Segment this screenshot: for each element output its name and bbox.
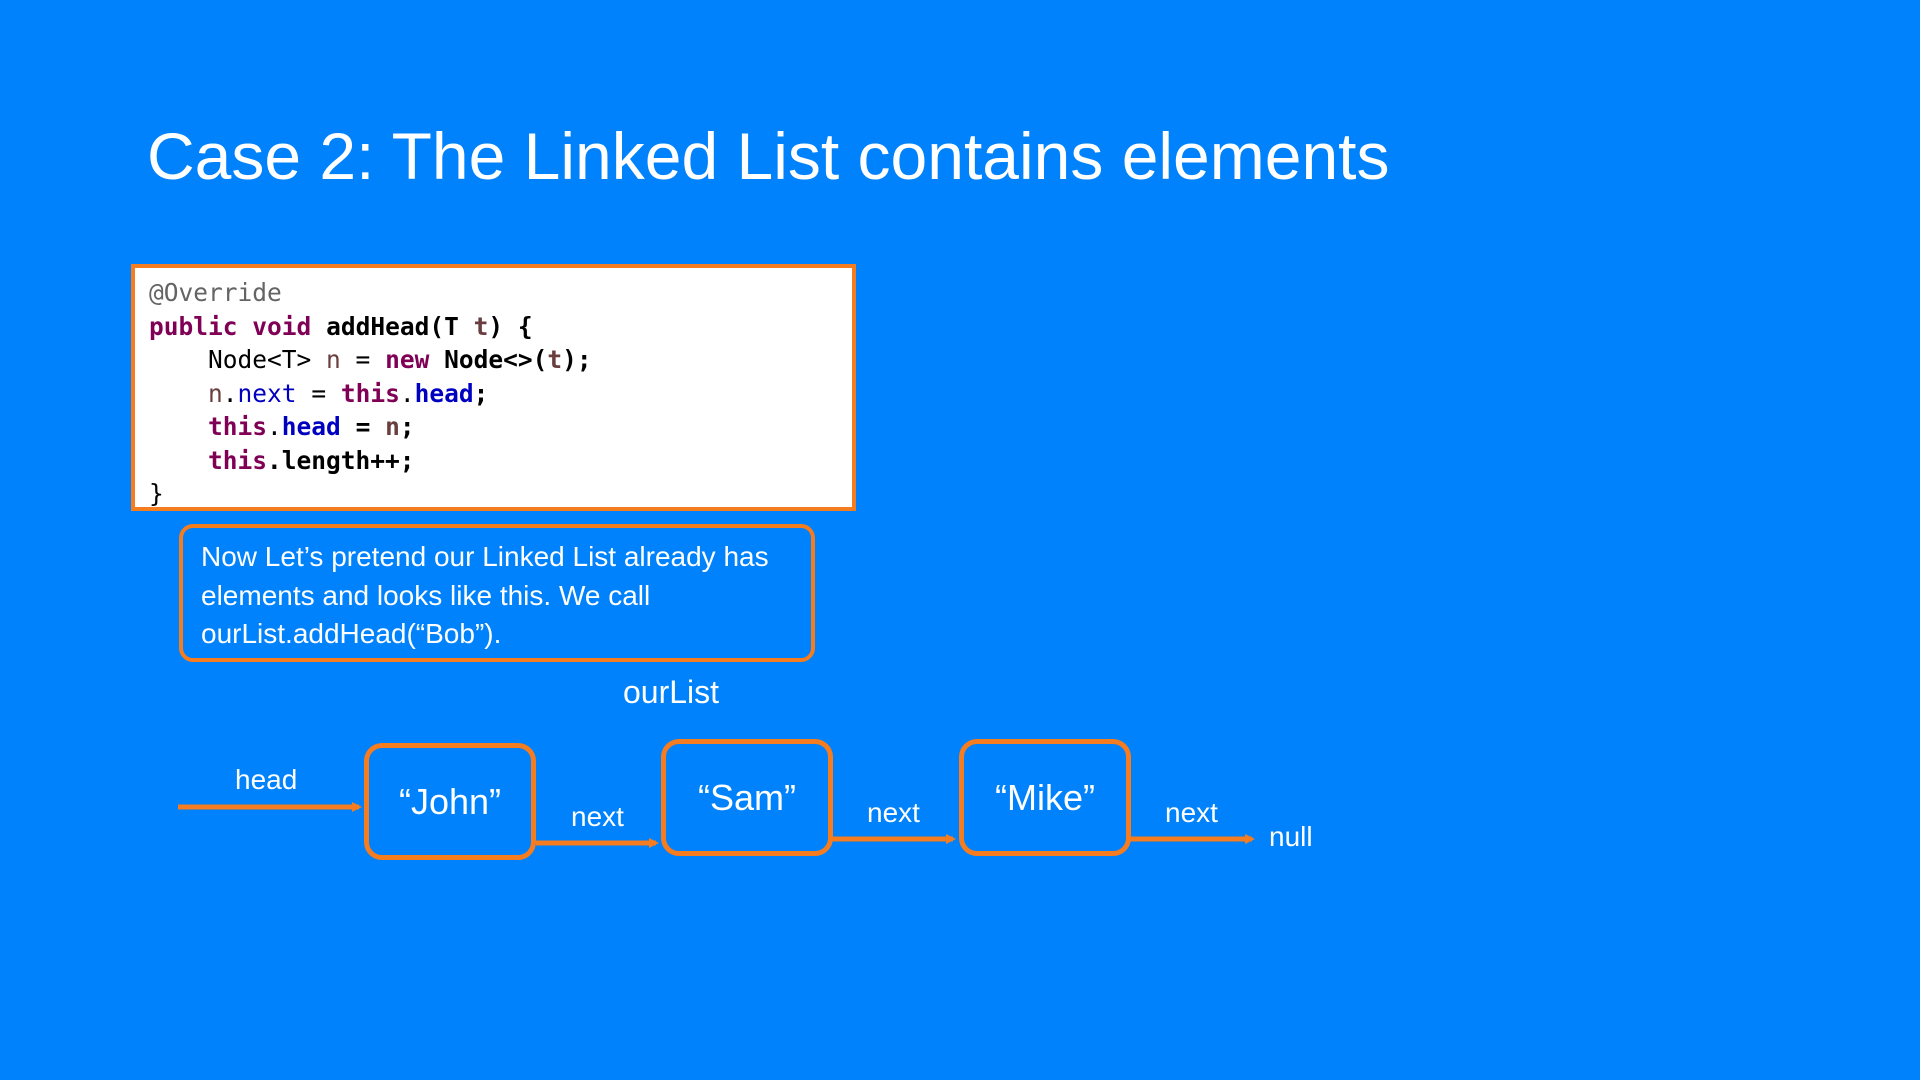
diagram-arrows [178,802,1255,848]
list-node-sam: “Sam” [661,739,833,856]
list-node-mike: “Mike” [959,739,1131,856]
next-label-2: next [867,797,920,828]
slide: Case 2: The Linked List contains element… [0,0,1920,1080]
next-label-3: next [1165,797,1218,828]
head-label: head [235,764,298,795]
null-label: null [1269,821,1313,852]
list-node-john: “John” [364,743,536,860]
next-label-1: next [571,801,624,832]
